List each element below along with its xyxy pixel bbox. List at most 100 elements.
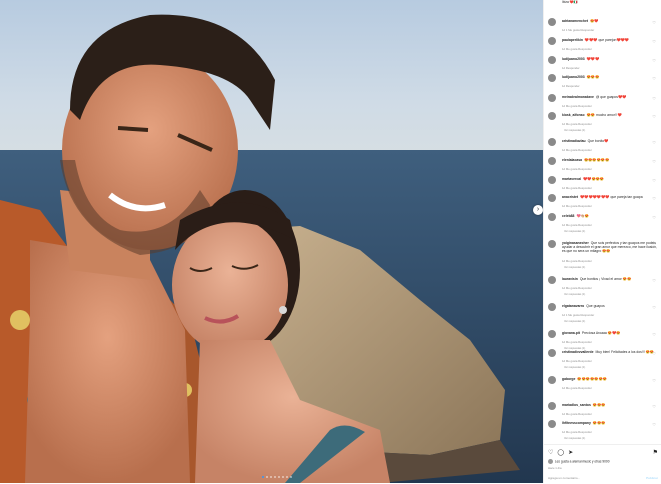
comment-user[interactable]: elgatanavarro bbox=[562, 304, 584, 308]
comment-meta[interactable]: 1d Me gusta Responder bbox=[562, 340, 592, 344]
publish-button[interactable]: Publicar bbox=[646, 476, 658, 480]
comment-meta[interactable]: 1d Me gusta Responder bbox=[562, 122, 592, 126]
carousel-dot[interactable] bbox=[282, 476, 284, 478]
save-icon[interactable]: ⚑ bbox=[653, 449, 658, 456]
comment-user[interactable]: meiradealmoradave bbox=[562, 95, 594, 99]
avatar[interactable] bbox=[548, 276, 556, 284]
next-arrow-icon[interactable]: › bbox=[533, 205, 543, 215]
comment-meta[interactable]: 1d Me gusta Responder bbox=[562, 47, 592, 51]
avatar[interactable] bbox=[548, 56, 556, 64]
liked-by-text[interactable]: Les gusta a alemanmusic y otras 9000 bbox=[555, 459, 610, 463]
like-icon[interactable]: ♡ bbox=[548, 449, 553, 456]
comment-user[interactable]: mariadlos_santos bbox=[562, 403, 591, 407]
heart-icon[interactable]: ♡ bbox=[652, 39, 656, 44]
comment-icon[interactable]: ◯ bbox=[557, 449, 564, 456]
heart-icon[interactable]: ♡ bbox=[652, 58, 656, 63]
comment-meta[interactable]: 1d Me gusta Responder bbox=[562, 259, 592, 263]
heart-icon[interactable]: ♡ bbox=[652, 178, 656, 183]
comment-meta[interactable]: 1d Me gusta Responder bbox=[562, 386, 592, 390]
avatar[interactable] bbox=[548, 459, 553, 464]
comment-meta[interactable]: 1d 1 Me gusta Responder bbox=[562, 28, 594, 32]
heart-icon[interactable]: ♡ bbox=[652, 242, 656, 247]
comment-meta[interactable]: 1d Me gusta Responder bbox=[562, 104, 592, 108]
avatar[interactable] bbox=[548, 18, 556, 26]
heart-icon[interactable]: ♡ bbox=[652, 404, 656, 409]
view-replies-link[interactable]: Ver respuestas (1) bbox=[564, 320, 585, 323]
heart-icon[interactable]: ♡ bbox=[652, 305, 656, 310]
avatar[interactable] bbox=[548, 420, 556, 428]
avatar[interactable] bbox=[548, 303, 556, 311]
avatar[interactable] bbox=[548, 330, 556, 338]
heart-icon[interactable]: ♡ bbox=[652, 76, 656, 81]
comment-user[interactable]: gaborge bbox=[562, 377, 575, 381]
heart-icon[interactable]: ♡ bbox=[652, 278, 656, 283]
avatar[interactable] bbox=[548, 194, 556, 202]
avatar[interactable] bbox=[548, 240, 556, 248]
comment-meta[interactable]: 1d Me gusta Responder bbox=[562, 148, 592, 152]
comment-meta[interactable]: 1d Me gusta Responder bbox=[562, 167, 592, 171]
avatar[interactable] bbox=[548, 376, 556, 384]
comment-user[interactable]: ludijuano2003 bbox=[562, 75, 585, 79]
comment-user[interactable]: cristinadiazlau bbox=[562, 139, 586, 143]
comment-user[interactable]: ludijuano2003 bbox=[562, 57, 585, 61]
comment-meta[interactable]: 1d 1 Me gusta Responder bbox=[562, 313, 594, 317]
comment-user[interactable]: celeb88 bbox=[562, 214, 574, 218]
carousel-dot[interactable] bbox=[270, 476, 272, 478]
comment-user[interactable]: anacristet bbox=[562, 195, 578, 199]
view-replies-link[interactable]: Ver respuestas (1) bbox=[564, 293, 585, 296]
share-icon[interactable]: ➤ bbox=[568, 449, 573, 456]
comment-user[interactable]: kiosk_alfonso bbox=[562, 113, 585, 117]
carousel-dot[interactable] bbox=[266, 476, 268, 478]
comment-meta[interactable]: 1d Responder bbox=[562, 66, 580, 70]
comment-meta[interactable]: 1d Responder bbox=[562, 84, 580, 88]
comment-user[interactable]: giovana.pit bbox=[562, 331, 580, 335]
heart-icon[interactable]: ♡ bbox=[652, 20, 656, 25]
heart-icon[interactable]: ♡ bbox=[652, 196, 656, 201]
view-replies-link[interactable]: Ver respuestas (1) bbox=[564, 266, 585, 269]
carousel-dot[interactable] bbox=[286, 476, 288, 478]
heart-icon[interactable]: ♡ bbox=[652, 351, 656, 356]
view-replies-link[interactable]: Ver respuestas (1) bbox=[564, 366, 585, 369]
comment: ludijuano2003 ❤️❤️❤️ 1d Responder ♡ bbox=[548, 56, 660, 74]
avatar[interactable] bbox=[548, 37, 556, 45]
avatar[interactable] bbox=[548, 94, 556, 102]
comment-meta[interactable]: 1d Me gusta Responder bbox=[562, 412, 592, 416]
comment-meta[interactable]: 1d Me gusta Responder bbox=[562, 286, 592, 290]
heart-icon[interactable]: ♡ bbox=[652, 96, 656, 101]
avatar[interactable] bbox=[548, 213, 556, 221]
comment-meta[interactable]: 1d Me gusta Responder bbox=[562, 186, 592, 190]
carousel-dot[interactable] bbox=[274, 476, 276, 478]
heart-icon[interactable]: ♡ bbox=[652, 159, 656, 164]
avatar[interactable] bbox=[548, 74, 556, 82]
comment-user[interactable]: martavercal bbox=[562, 177, 581, 181]
comment-user[interactable]: cristinadiezvallerde bbox=[562, 350, 593, 354]
comment-user[interactable]: elenlalacasa bbox=[562, 158, 582, 162]
comment-meta[interactable]: 1d Me gusta Responder bbox=[562, 359, 592, 363]
carousel-dot[interactable] bbox=[278, 476, 280, 478]
avatar[interactable] bbox=[548, 176, 556, 184]
carousel-dot[interactable] bbox=[262, 476, 264, 478]
carousel-dot[interactable] bbox=[290, 476, 292, 478]
heart-icon[interactable]: ♡ bbox=[652, 114, 656, 119]
avatar[interactable] bbox=[548, 402, 556, 410]
heart-icon[interactable]: ♡ bbox=[652, 422, 656, 427]
comment-user[interactable]: lhfitnesscompany bbox=[562, 421, 591, 425]
add-comment-input[interactable]: Agrega un comentario... bbox=[548, 476, 580, 480]
view-replies-link[interactable]: Ver respuestas (1) bbox=[564, 437, 585, 440]
comment-meta[interactable]: 1d Me gusta Responder bbox=[562, 430, 592, 434]
avatar[interactable] bbox=[548, 112, 556, 120]
avatar[interactable] bbox=[548, 138, 556, 146]
avatar[interactable] bbox=[548, 349, 556, 357]
heart-icon[interactable]: ♡ bbox=[652, 215, 656, 220]
heart-icon[interactable]: ♡ bbox=[652, 140, 656, 145]
view-replies-link[interactable]: Ver respuestas (1) bbox=[564, 129, 585, 132]
comment-meta[interactable]: 1d Me gusta Responder bbox=[562, 204, 592, 208]
comment-user[interactable]: lauravisin bbox=[562, 277, 578, 281]
heart-icon[interactable]: ♡ bbox=[652, 378, 656, 383]
heart-icon[interactable]: ♡ bbox=[652, 332, 656, 337]
comment-user[interactable]: adrianamenchet bbox=[562, 19, 588, 23]
comment-meta[interactable]: 1d Me gusta Responder bbox=[562, 223, 592, 227]
comment-user[interactable]: paulaperlikin bbox=[562, 38, 583, 42]
view-replies-link[interactable]: Ver respuestas (1) bbox=[564, 230, 585, 233]
avatar[interactable] bbox=[548, 157, 556, 165]
